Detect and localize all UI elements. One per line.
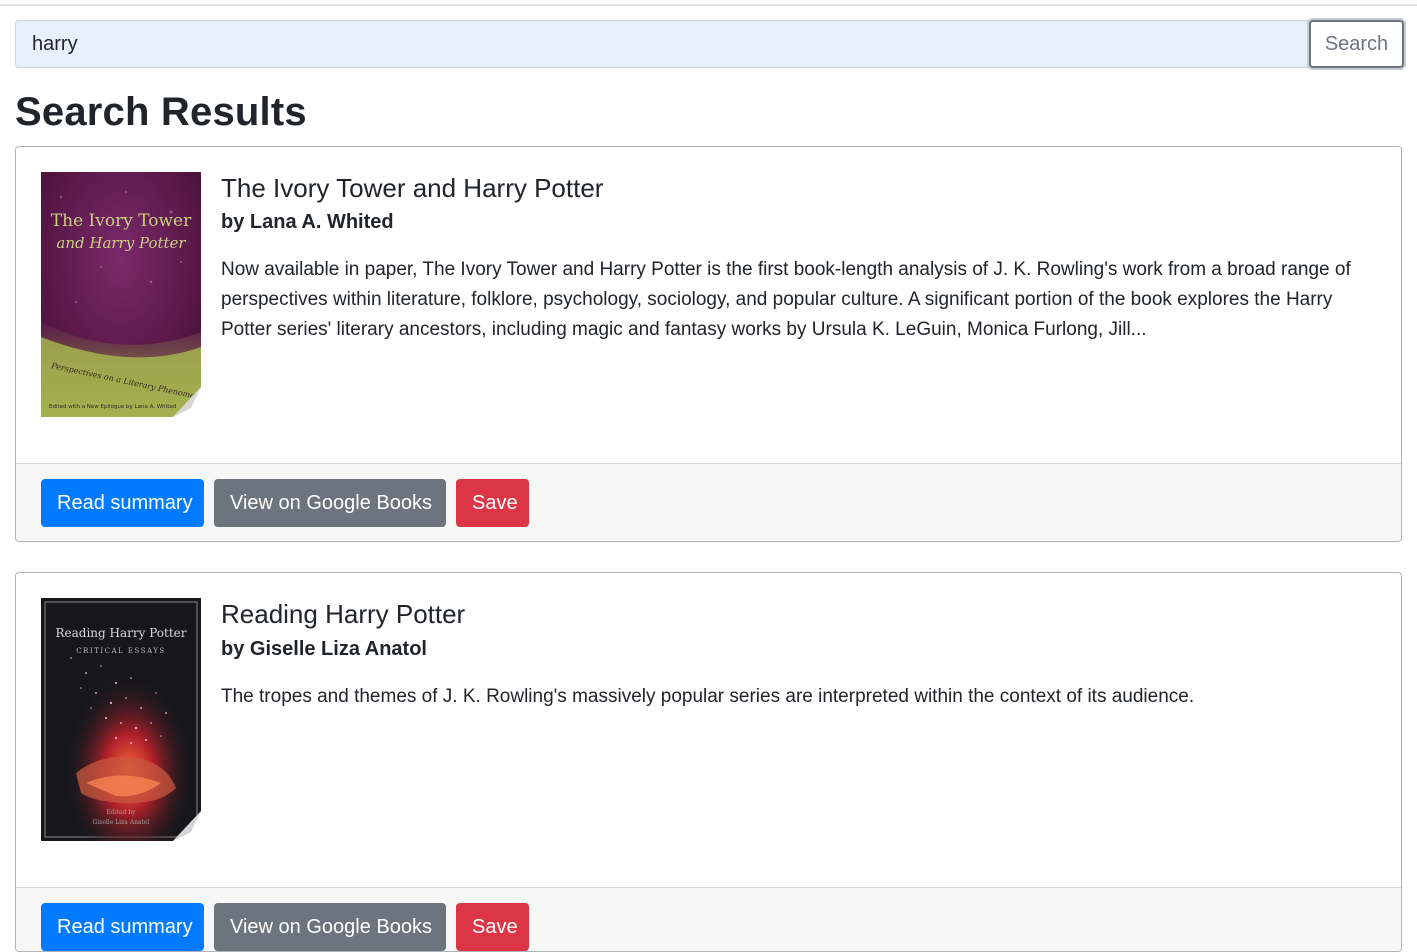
card-footer: Read summary View on Google Books Save	[16, 463, 1401, 541]
top-divider	[0, 4, 1417, 6]
save-button[interactable]: Save	[456, 479, 529, 527]
view-google-books-button[interactable]: View on Google Books	[214, 903, 446, 951]
svg-text:Edited with a New Epilogue by: Edited with a New Epilogue by Lana A. Wh…	[49, 404, 176, 410]
book-cover-image[interactable]: The Ivory Tower and Harry Potter Perspec…	[41, 172, 201, 417]
card-body: The Ivory Tower and Harry Potter Perspec…	[16, 147, 1401, 463]
search-form: Search	[15, 20, 1404, 68]
save-button[interactable]: Save	[456, 903, 529, 951]
cover-title-text: The Ivory Tower	[51, 211, 192, 231]
read-summary-button[interactable]: Read summary	[41, 903, 204, 951]
svg-text:and Harry Potter: and Harry Potter	[56, 234, 186, 252]
view-google-books-button[interactable]: View on Google Books	[214, 479, 446, 527]
search-button[interactable]: Search	[1309, 20, 1404, 68]
card-body: Reading Harry Potter CRITICAL ESSAYS Edi…	[16, 573, 1401, 887]
svg-text:Reading Harry Potter: Reading Harry Potter	[55, 626, 186, 640]
result-card: Reading Harry Potter CRITICAL ESSAYS Edi…	[15, 572, 1402, 952]
svg-text:Edited by: Edited by	[106, 809, 136, 816]
book-cover-image[interactable]: Reading Harry Potter CRITICAL ESSAYS Edi…	[41, 598, 201, 841]
svg-text:Giselle Liza Anatol: Giselle Liza Anatol	[93, 819, 150, 826]
result-card: The Ivory Tower and Harry Potter Perspec…	[15, 146, 1402, 542]
book-description: Now available in paper, The Ivory Tower …	[221, 259, 1351, 340]
svg-text:CRITICAL ESSAYS: CRITICAL ESSAYS	[76, 647, 165, 655]
book-author: by Giselle Liza Anatol	[221, 638, 427, 660]
book-description: The tropes and themes of J. K. Rowling's…	[221, 686, 1195, 707]
search-input[interactable]	[15, 20, 1309, 68]
page-title: Search Results	[15, 90, 307, 134]
card-footer: Read summary View on Google Books Save	[16, 887, 1401, 951]
book-title: Reading Harry Potter	[221, 599, 466, 629]
book-author: by Lana A. Whited	[221, 211, 394, 233]
read-summary-button[interactable]: Read summary	[41, 479, 204, 527]
book-title: The Ivory Tower and Harry Potter	[221, 173, 604, 203]
